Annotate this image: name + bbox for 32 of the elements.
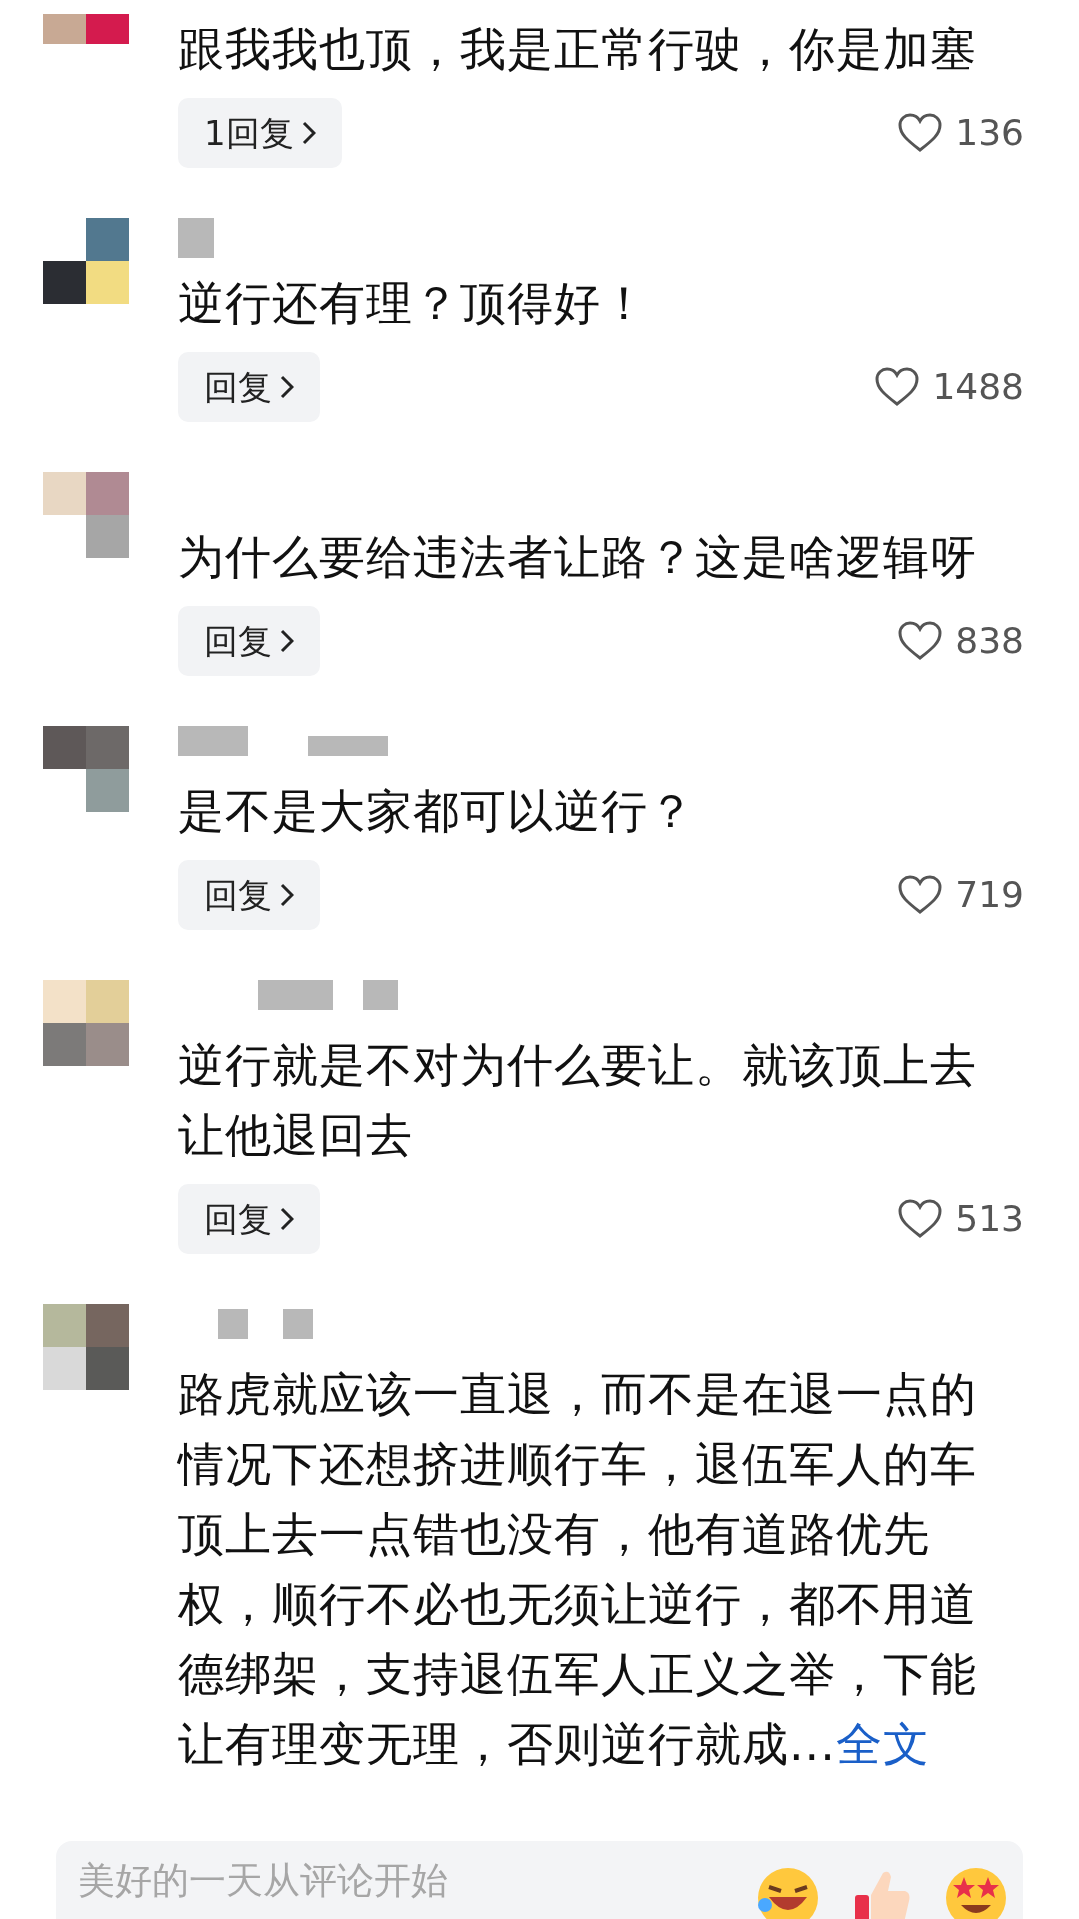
- comment-input[interactable]: 美好的一天从评论开始: [78, 1852, 725, 1908]
- like-count: 719: [955, 873, 1024, 917]
- chevron-icon: [280, 883, 294, 907]
- comment-text: 跟我我也顶，我是正常行驶，你是加塞: [178, 21, 978, 78]
- reply-button[interactable]: 回复: [178, 860, 320, 930]
- comment-text: 路虎就应该一直退，而不是在退一点的情况下还想挤进顺行车，退伍军人的车顶上去一点错也没有，他有道路优先权，顺行不必也无须让逆行，都不用道德绑架，支持退伍军人正义之举，下能让有理变无理，否则逆行就成...全文: [178, 1366, 978, 1773]
- chevron-icon: [280, 375, 294, 399]
- like-count: 513: [955, 1197, 1024, 1241]
- like-count: 136: [955, 111, 1024, 155]
- chevron-icon: [280, 1207, 294, 1231]
- heart-icon[interactable]: [874, 367, 921, 407]
- full-text-link[interactable]: 全文: [835, 1717, 930, 1771]
- comment-text: 为什么要给违法者让路？这是啥逻辑呀: [178, 529, 978, 586]
- like-count: 838: [955, 619, 1024, 663]
- chevron-icon: [280, 629, 294, 653]
- like-count: 1488: [932, 365, 1024, 409]
- heart-icon[interactable]: [897, 621, 944, 661]
- reply-button[interactable]: 回复: [178, 352, 320, 422]
- heart-icon[interactable]: [897, 875, 944, 915]
- reply-button[interactable]: 回复: [178, 1184, 320, 1254]
- laughing-face-icon[interactable]: [755, 1865, 821, 1919]
- reply-button[interactable]: 回复: [178, 606, 320, 676]
- comment-text: 逆行还有理？顶得好！: [178, 275, 649, 332]
- star-eyes-face-icon[interactable]: [943, 1865, 1009, 1919]
- heart-icon[interactable]: [897, 113, 944, 153]
- comment-field[interactable]: 美好的一天从评论开始: [56, 1841, 1023, 1919]
- comment-text: 逆行就是不对为什么要让。就该顶上去让他退回去: [178, 1037, 978, 1164]
- chevron-icon: [301, 121, 316, 145]
- reply-button[interactable]: 1回复: [178, 98, 342, 168]
- comment-text: 是不是大家都可以逆行？: [178, 783, 696, 840]
- blurred-username: [178, 218, 214, 258]
- heart-icon[interactable]: [897, 1199, 944, 1239]
